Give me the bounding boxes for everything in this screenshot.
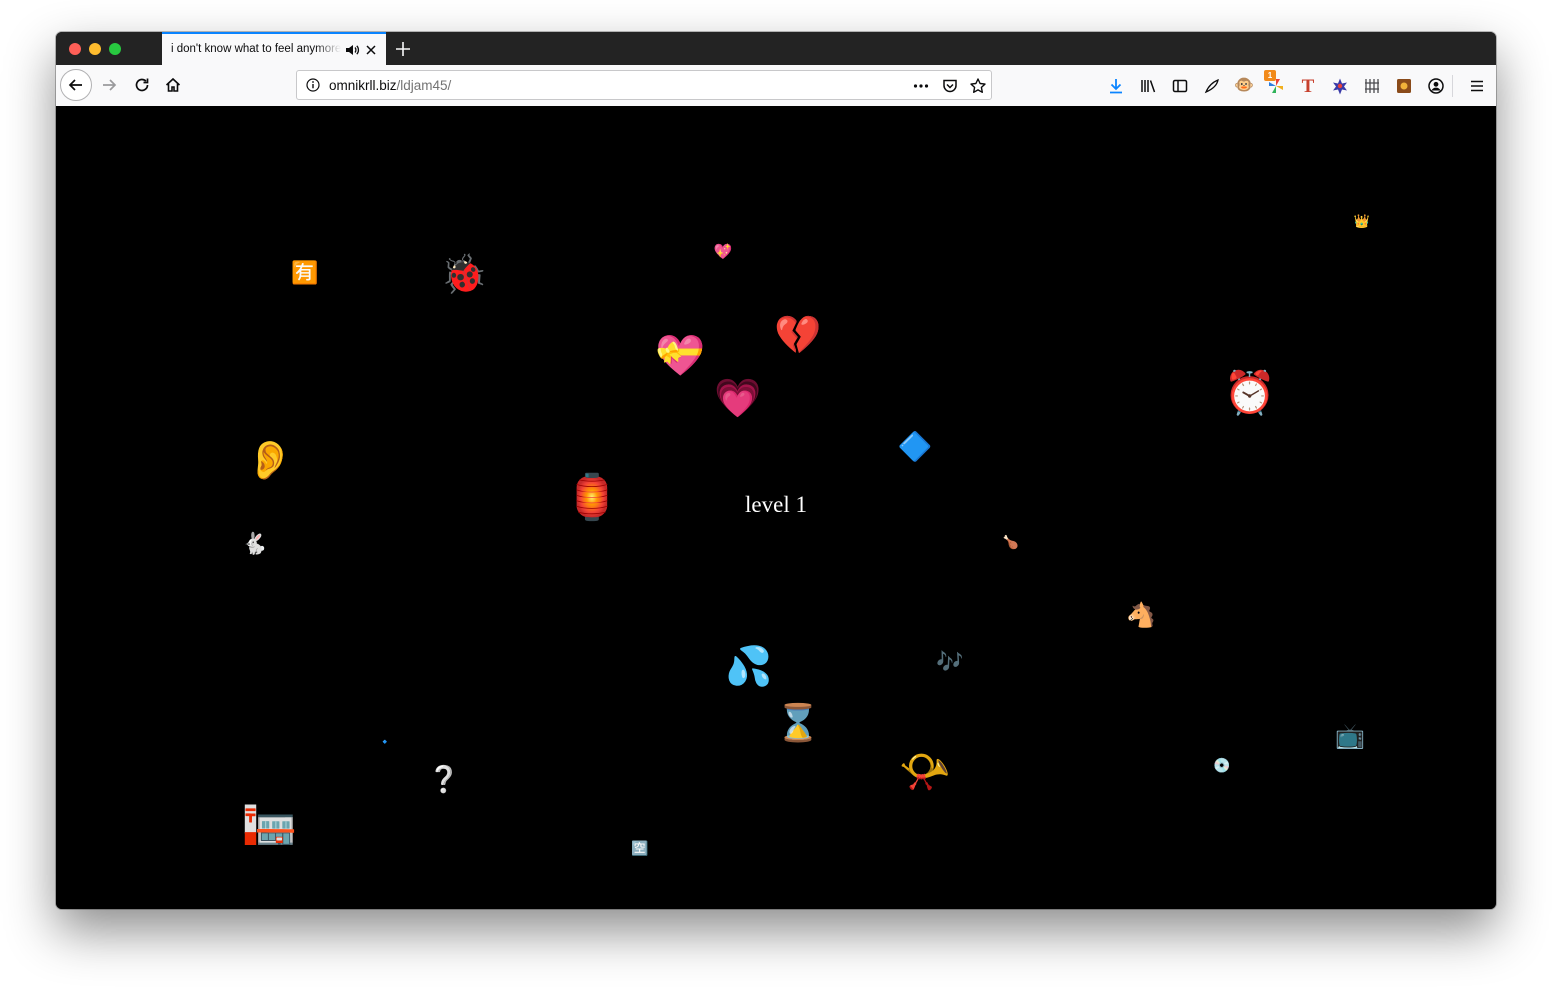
post-office-emoji[interactable]: 🏣 [242, 800, 297, 844]
url-text[interactable]: omnikrll.biz/ldjam45/ [329, 78, 451, 93]
sparkling-heart-emoji[interactable]: 💖 [714, 244, 733, 260]
postal-horn-emoji[interactable]: 📯 [899, 751, 951, 793]
crown-emoji[interactable]: 👑 [1354, 216, 1370, 229]
browser-window: i don't know what to feel anymore omnikr… [56, 32, 1496, 909]
music-notes-emoji[interactable]: 🎶 [936, 652, 963, 674]
bookmark-star-icon[interactable] [969, 77, 987, 95]
dvd-emoji[interactable]: 💿 [1213, 759, 1230, 773]
arrow-left-icon [68, 79, 82, 91]
game-canvas[interactable]: level 1 😎 🈶 🐞 💖 👑 💔 💝 💗 ⏰ 👂 🔷 😌 🏮 🐇 🍗 🐴 💦 🎶 ⛸ ⌛ 🔹 📺 ❔ 📯 💿 🏣 🈳 😣 [56, 106, 1496, 909]
extension-t-icon[interactable]: T [1298, 76, 1318, 96]
plus-icon[interactable] [394, 40, 412, 58]
blue-diamond-emoji[interactable]: 🔷 [898, 433, 933, 461]
growing-heart-emoji[interactable]: 💗 [714, 379, 761, 417]
hourglass-emoji[interactable]: ⌛ [776, 706, 821, 742]
persevering-face-emoji[interactable]: 😣 [1175, 846, 1189, 859]
home-button[interactable] [159, 71, 187, 99]
info-icon[interactable] [306, 78, 320, 92]
ear-emoji[interactable]: 👂 [246, 441, 293, 479]
reload-button[interactable] [128, 71, 156, 99]
downloads-icon[interactable] [1106, 76, 1126, 96]
minimize-window-button[interactable] [89, 43, 101, 55]
horse-emoji[interactable]: 🐴 [1126, 603, 1156, 627]
heart-ribbon-emoji[interactable]: 💝 [655, 336, 705, 376]
ladybug-emoji[interactable]: 🐞 [440, 255, 487, 293]
sweat-droplets-emoji[interactable]: 💦 [725, 647, 772, 685]
lantern-emoji[interactable]: 🏮 [565, 476, 620, 520]
small-blue-diamond-emoji[interactable]: 🔹 [378, 737, 392, 748]
have-sign-emoji[interactable]: 🈶 [291, 263, 318, 285]
extension-feather-icon[interactable] [1202, 76, 1222, 96]
extension-box-icon[interactable] [1394, 76, 1414, 96]
tab-title: i don't know what to feel anymore [171, 43, 341, 55]
active-tab[interactable]: i don't know what to feel anymore [162, 32, 386, 65]
tiny-figure-emoji[interactable]: ⛸ [310, 659, 324, 670]
rabbit-emoji[interactable]: 🐇 [242, 533, 268, 555]
level-label: level 1 [745, 492, 807, 517]
tab-strip: i don't know what to feel anymore [56, 32, 1496, 65]
extension-monkey-icon[interactable]: 🐵 [1234, 76, 1254, 96]
close-window-button[interactable] [69, 43, 81, 55]
sunglasses-emoji[interactable]: 😎 [165, 266, 182, 282]
speaker-icon[interactable] [344, 42, 360, 58]
alarm-clock-emoji[interactable]: ⏰ [1224, 372, 1276, 414]
pocket-icon[interactable] [941, 77, 959, 95]
url-domain: omnikrll.biz [329, 78, 397, 93]
extension-puzzle-icon[interactable] [1330, 76, 1350, 96]
poultry-leg-emoji[interactable]: 🍗 [1003, 537, 1019, 550]
navigation-toolbar: omnikrll.biz/ldjam45/ 1 🐵 T [56, 65, 1496, 107]
close-icon[interactable] [363, 42, 379, 58]
question-mark-emoji[interactable]: ❔ [428, 767, 460, 793]
broken-heart-emoji[interactable]: 💔 [774, 316, 821, 354]
forward-button[interactable] [95, 71, 123, 99]
menu-hamburger-icon[interactable] [1467, 76, 1487, 96]
url-path: /ldjam45/ [396, 78, 452, 93]
sidebar-icon[interactable] [1170, 76, 1190, 96]
arrow-right-icon [103, 79, 117, 91]
toolbar-divider [1452, 75, 1453, 97]
relieved-face-emoji[interactable]: 😌 [1368, 456, 1412, 498]
account-icon[interactable] [1426, 76, 1446, 96]
extension-grid-icon[interactable] [1362, 76, 1382, 96]
home-icon [165, 77, 181, 92]
back-button[interactable] [60, 69, 92, 101]
extension-pinwheel-icon[interactable] [1266, 76, 1286, 96]
url-bar[interactable]: omnikrll.biz/ldjam45/ [296, 70, 992, 100]
zzz-sign-emoji[interactable]: 🈳 [631, 842, 648, 856]
maximize-window-button[interactable] [109, 43, 121, 55]
library-icon[interactable] [1138, 76, 1158, 96]
page-actions-icon[interactable] [912, 77, 930, 95]
reload-icon [135, 78, 149, 92]
television-emoji[interactable]: 📺 [1335, 724, 1365, 748]
